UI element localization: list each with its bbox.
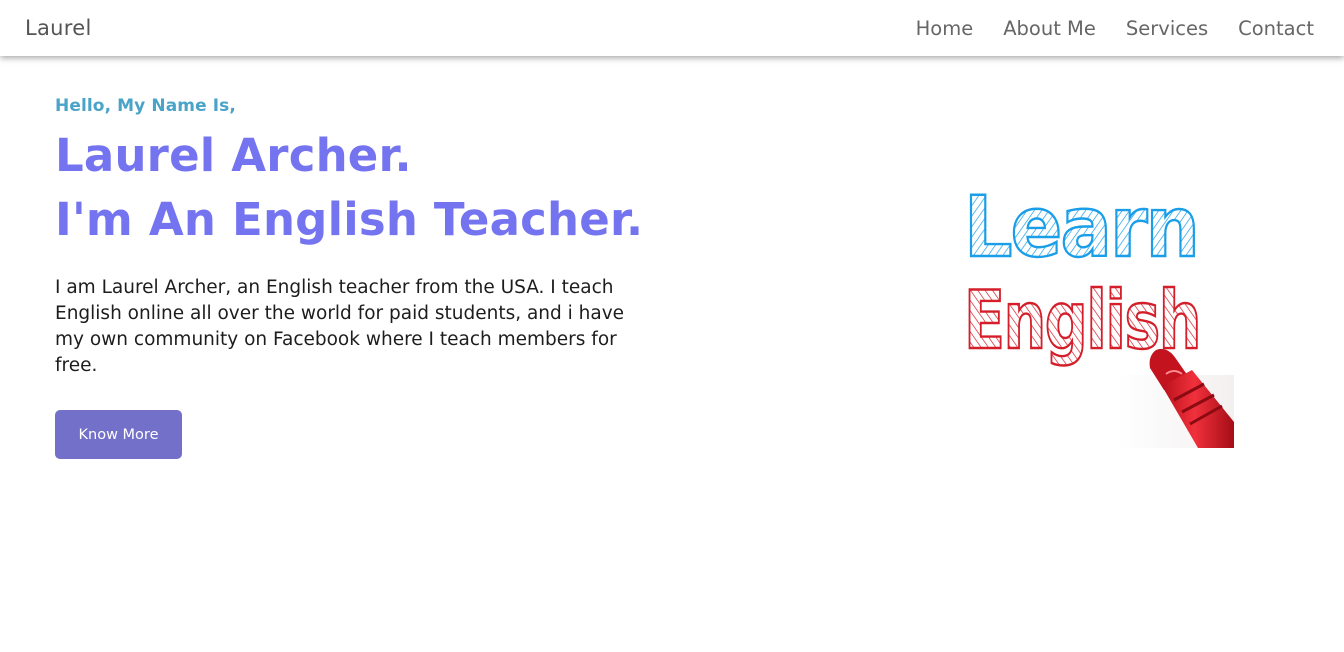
top-navbar: Laurel Home About Me Services Contact: [0, 0, 1344, 56]
learn-word: Learn: [964, 178, 1198, 276]
hero-greeting: Hello, My Name Is,: [55, 96, 236, 116]
hero-bio: I am Laurel Archer, an English teacher f…: [55, 277, 625, 376]
know-more-button[interactable]: Know More: [55, 410, 182, 459]
learn-english-illustration: Learn English: [952, 160, 1234, 448]
nav-link-contact[interactable]: Contact: [1238, 17, 1314, 40]
hero-name-line: Laurel Archer.: [55, 129, 412, 182]
hero-role-line: I'm An English Teacher.: [55, 193, 644, 246]
nav-link-services[interactable]: Services: [1126, 17, 1208, 40]
nav-links: Home About Me Services Contact: [886, 17, 1314, 40]
brand-logo[interactable]: Laurel: [25, 16, 92, 40]
learn-english-image: Learn English: [963, 177, 1234, 448]
hero-section: Hello, My Name Is, Laurel Archer. I'm An…: [55, 96, 695, 379]
nav-link-about-me[interactable]: About Me: [1003, 17, 1096, 40]
hero-headline: Laurel Archer. I'm An English Teacher.: [55, 124, 695, 252]
nav-link-home[interactable]: Home: [916, 17, 974, 40]
